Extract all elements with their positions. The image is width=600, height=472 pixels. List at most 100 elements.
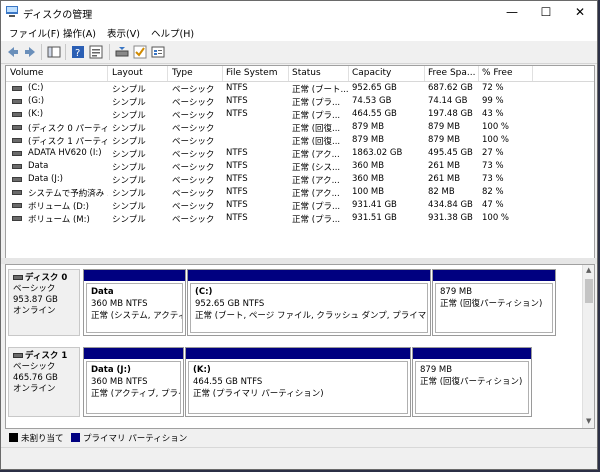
partition-disk1-k[interactable]: (K:) 464.55 GB NTFS 正常 (プライマリ パーティション) — [185, 347, 411, 417]
check-icon[interactable] — [133, 45, 147, 59]
maximize-button[interactable]: ☐ — [529, 1, 563, 23]
cell-percent-free: 47 % — [482, 200, 504, 210]
volume-drive-icon — [12, 151, 22, 156]
partition-status: 正常 (システム, アクティブ — [91, 311, 182, 321]
scroll-down-arrow-icon[interactable]: ▼ — [586, 417, 591, 425]
svg-text:?: ? — [75, 48, 80, 59]
cell-type: ベーシック — [172, 111, 215, 121]
cell-layout: シンプル — [112, 124, 146, 134]
partition-disk1-recovery[interactable]: 879 MB 正常 (回復パーティション) — [412, 347, 532, 417]
volume-row[interactable]: ボリューム (M:) シンプル ベーシック NTFS 正常 (プラ... 931.51 G… — [6, 212, 594, 225]
volume-row[interactable]: (K:) シンプル ベーシック NTFS 正常 (プラ... 464.55 GB 197.4… — [6, 108, 594, 121]
disk-drive-icon — [13, 275, 23, 280]
column-divider[interactable] — [288, 66, 289, 81]
cell-layout: シンプル — [112, 111, 146, 121]
partition-status: 正常 (回復パーティション) — [420, 377, 523, 387]
console-tree-icon[interactable] — [47, 45, 61, 59]
partition-disk0-c[interactable]: (C:) 952.65 GB NTFS 正常 (ブート, ページ ファイル, ク… — [187, 269, 431, 336]
connect-disk-icon[interactable] — [115, 45, 129, 59]
volume-row[interactable]: (G:) シンプル ベーシック NTFS 正常 (プラ... 74.53 GB 74.14 … — [6, 95, 594, 108]
column-header-percent-free[interactable]: % Free — [482, 68, 532, 81]
scrollbar-thumb[interactable] — [585, 279, 593, 303]
column-divider[interactable] — [107, 66, 108, 81]
scroll-up-arrow-icon[interactable]: ▲ — [586, 266, 591, 274]
partition-detail: 952.65 GB NTFS — [195, 299, 265, 309]
column-divider[interactable] — [167, 66, 168, 81]
properties-icon[interactable] — [89, 45, 103, 59]
disk-1-type: ベーシック — [13, 362, 56, 372]
cell-free-space: 261 MB — [428, 174, 461, 184]
close-button[interactable]: ✕ — [563, 1, 597, 23]
column-divider[interactable] — [222, 66, 223, 81]
cell-status: 正常 (プラ... — [292, 111, 341, 121]
menu-file[interactable]: ファイル(F) — [9, 26, 60, 40]
partition-detail: 879 MB — [440, 287, 473, 297]
partition-status: 正常 (アクティブ, プライマ — [91, 389, 180, 399]
disk-1-label[interactable]: ディスク 1 ベーシック 465.76 GB オンライン — [8, 347, 80, 417]
column-divider[interactable] — [348, 66, 349, 81]
cell-capacity: 74.53 GB — [352, 96, 392, 106]
cell-percent-free: 72 % — [482, 83, 504, 93]
cell-type: ベーシック — [172, 176, 215, 186]
cell-volume: ADATA HV620 (I:) — [28, 148, 102, 158]
partition-name: (C:) — [195, 287, 213, 297]
legend: 未割り当て プライマリ パーティション — [5, 431, 593, 445]
settings-list-icon[interactable] — [151, 45, 165, 59]
cell-status: 正常 (プラ... — [292, 98, 341, 108]
menu-action[interactable]: 操作(A) — [63, 26, 96, 40]
disk-management-window: ディスクの管理 — ☐ ✕ ファイル(F) 操作(A) 表示(V) ヘルプ(H)… — [0, 0, 598, 470]
volume-row[interactable]: (ディスク 1 パーティシ... シンプル ベーシック 正常 (回復... 879 MB… — [6, 134, 594, 147]
cell-file-system — [226, 122, 288, 134]
help-icon[interactable]: ? — [71, 45, 85, 59]
volume-drive-icon — [12, 112, 22, 117]
partition-disk1-data-j[interactable]: Data (J:) 360 MB NTFS 正常 (アクティブ, プライマ — [83, 347, 184, 417]
column-divider[interactable] — [478, 66, 479, 81]
volume-row[interactable]: Data (J:) シンプル ベーシック NTFS 正常 (アク... 360 MB 261… — [6, 173, 594, 186]
partition-disk0-recovery[interactable]: 879 MB 正常 (回復パーティション) — [432, 269, 556, 336]
cell-volume: ボリューム (D:) — [28, 202, 89, 212]
disk-1-name: ディスク 1 — [13, 351, 75, 362]
cell-volume: Data (J:) — [28, 174, 64, 184]
volume-row[interactable]: ADATA HV620 (I:) シンプル ベーシック NTFS 正常 (アク... 18… — [6, 147, 594, 160]
primary-partition-bar — [188, 270, 430, 281]
disk-1-state: オンライン — [13, 384, 56, 394]
partition-disk0-data[interactable]: Data 360 MB NTFS 正常 (システム, アクティブ — [83, 269, 186, 336]
column-header-capacity[interactable]: Capacity — [352, 68, 422, 81]
volume-row[interactable]: Data シンプル ベーシック NTFS 正常 (シス... 360 MB 261 MB 73… — [6, 160, 594, 173]
primary-partition-bar — [433, 270, 555, 281]
volume-row[interactable]: (ディスク 0 パーティシ... シンプル ベーシック 正常 (回復... 879 MB… — [6, 121, 594, 134]
volume-row[interactable]: (C:) シンプル ベーシック NTFS 正常 (ブート... 952.65 GB 687.… — [6, 82, 594, 95]
primary-partition-bar — [413, 348, 531, 359]
column-header-file-system[interactable]: File System — [226, 68, 288, 81]
column-header-layout[interactable]: Layout — [112, 68, 166, 81]
menu-help[interactable]: ヘルプ(H) — [151, 26, 194, 40]
legend-swatch-unallocated — [9, 433, 18, 442]
column-divider[interactable] — [532, 66, 533, 81]
menu-bar: ファイル(F) 操作(A) 表示(V) ヘルプ(H) — [1, 23, 597, 41]
volume-row[interactable]: ボリューム (D:) シンプル ベーシック NTFS 正常 (プラ... 931.41 G… — [6, 199, 594, 212]
column-header-status[interactable]: Status — [292, 68, 348, 81]
menu-view[interactable]: 表示(V) — [107, 26, 140, 40]
cell-layout: シンプル — [112, 202, 146, 212]
minimize-button[interactable]: — — [495, 1, 529, 23]
column-header-free-space[interactable]: Free Spa... — [428, 68, 478, 81]
column-header-type[interactable]: Type — [172, 68, 222, 81]
cell-percent-free: 73 % — [482, 161, 504, 171]
cell-percent-free: 73 % — [482, 174, 504, 184]
volume-drive-icon — [12, 203, 22, 208]
partition-detail: 360 MB NTFS — [91, 377, 148, 387]
cell-layout: シンプル — [112, 163, 146, 173]
volume-row[interactable]: システムで予約済み ... シンプル ベーシック NTFS 正常 (アク... 100 M… — [6, 186, 594, 199]
back-arrow-icon[interactable] — [6, 45, 20, 59]
cell-free-space: 495.45 GB — [428, 148, 473, 158]
column-header-volume[interactable]: Volume — [10, 68, 106, 81]
disk-0-label[interactable]: ディスク 0 ベーシック 953.87 GB オンライン — [8, 269, 80, 336]
forward-arrow-icon[interactable] — [23, 45, 37, 59]
cell-free-space: 879 MB — [428, 122, 461, 132]
cell-status: 正常 (アク... — [292, 176, 340, 186]
cell-volume: (ディスク 1 パーティシ... — [28, 137, 108, 147]
partition-name: Data — [91, 287, 114, 297]
disk-map-scrollbar[interactable]: ▲ ▼ — [582, 265, 594, 428]
disk-0-state: オンライン — [13, 306, 56, 316]
column-divider[interactable] — [424, 66, 425, 81]
